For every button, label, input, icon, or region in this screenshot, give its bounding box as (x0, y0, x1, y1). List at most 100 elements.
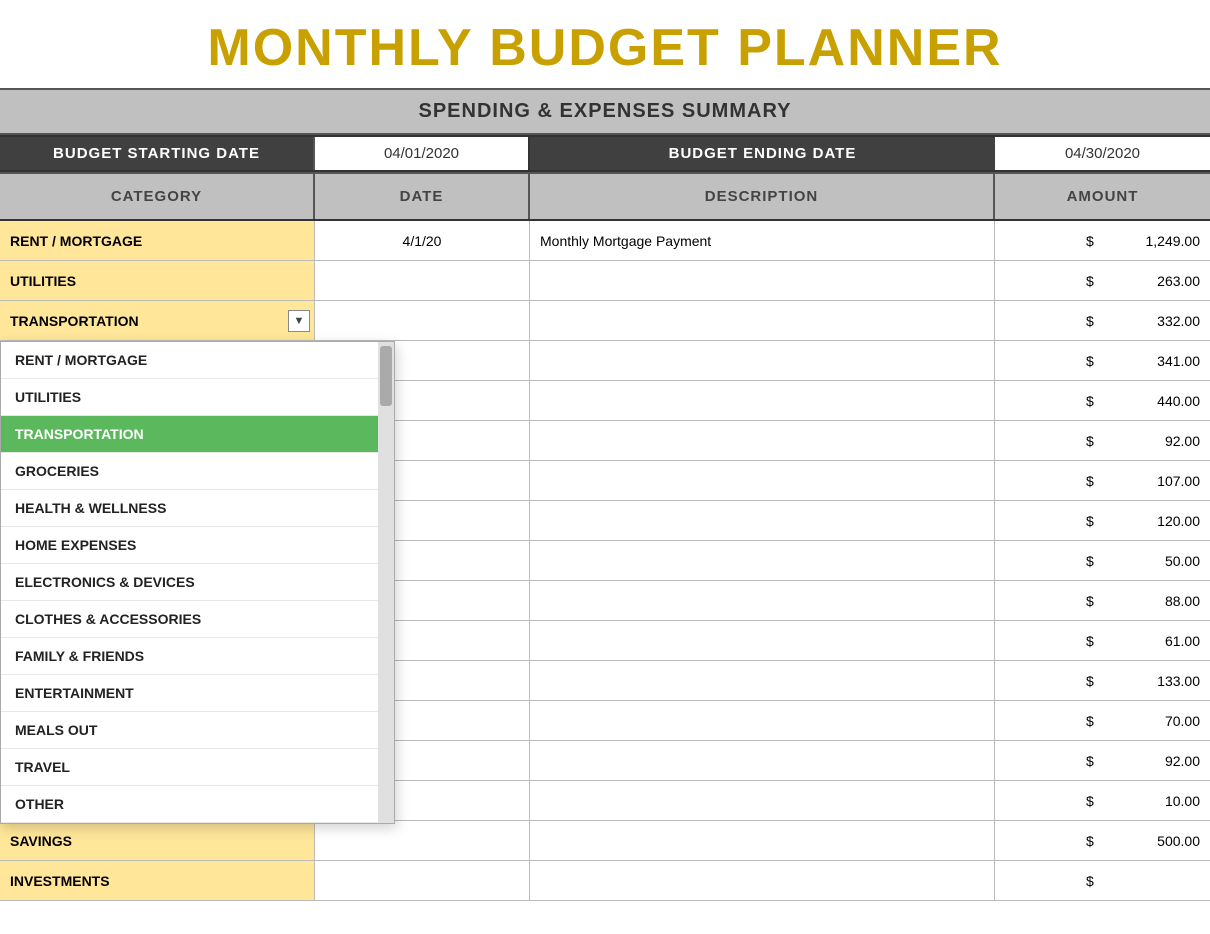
dollar-sign: $ (1086, 553, 1106, 569)
cell-category: RENT / MORTGAGE (0, 221, 315, 260)
category-dropdown[interactable]: RENT / MORTGAGEUTILITIESTRANSPORTATIONGR… (0, 341, 395, 824)
cell-description (530, 621, 995, 660)
amount-value: 88.00 (1110, 593, 1200, 609)
table-row: INVESTMENTS $ (0, 861, 1210, 901)
cell-date (315, 261, 530, 300)
cell-amount: $ 120.00 (995, 501, 1210, 540)
cell-description (530, 261, 995, 300)
dollar-sign: $ (1086, 633, 1106, 649)
scrollbar-thumb[interactable] (380, 346, 392, 406)
dropdown-item[interactable]: UTILITIES (1, 379, 378, 416)
cell-description (530, 581, 995, 620)
cell-amount: $ 500.00 (995, 821, 1210, 860)
cell-date (315, 861, 530, 900)
cell-amount: $ (995, 861, 1210, 900)
cell-amount: $ 440.00 (995, 381, 1210, 420)
amount-value: 332.00 (1110, 313, 1200, 329)
amount-value: 61.00 (1110, 633, 1200, 649)
page-title: MONTHLY BUDGET PLANNER (0, 0, 1210, 88)
cell-description (530, 341, 995, 380)
col-headers: CATEGORY DATE DESCRIPTION AMOUNT (0, 172, 1210, 221)
cell-amount: $ 50.00 (995, 541, 1210, 580)
dropdown-item[interactable]: MEALS OUT (1, 712, 378, 749)
dropdown-item[interactable]: RENT / MORTGAGE (1, 342, 378, 379)
category-label: SAVINGS (10, 833, 72, 849)
category-dropdown-btn[interactable]: ▼ (288, 310, 310, 332)
cell-amount: $ 133.00 (995, 661, 1210, 700)
amount-value: 92.00 (1110, 753, 1200, 769)
cell-description (530, 381, 995, 420)
cell-amount: $ 70.00 (995, 701, 1210, 740)
dropdown-item[interactable]: OTHER (1, 786, 378, 823)
dollar-sign: $ (1086, 513, 1106, 529)
cell-description (530, 861, 995, 900)
cell-amount: $ 61.00 (995, 621, 1210, 660)
amount-value: 1,249.00 (1110, 233, 1200, 249)
cell-category: INVESTMENTS (0, 861, 315, 900)
cell-description (530, 421, 995, 460)
date-header-row: BUDGET STARTING DATE 04/01/2020 BUDGET E… (0, 135, 1210, 172)
cell-description (530, 821, 995, 860)
dropdown-item[interactable]: CLOTHES & ACCESSORIES (1, 601, 378, 638)
amount-value: 133.00 (1110, 673, 1200, 689)
amount-value: 341.00 (1110, 353, 1200, 369)
dollar-sign: $ (1086, 313, 1106, 329)
amount-value: 263.00 (1110, 273, 1200, 289)
cell-amount: $ 1,249.00 (995, 221, 1210, 260)
budget-start-value: 04/01/2020 (315, 137, 530, 170)
cell-description (530, 301, 995, 340)
dollar-sign: $ (1086, 233, 1106, 249)
cell-amount: $ 107.00 (995, 461, 1210, 500)
cell-amount: $ 341.00 (995, 341, 1210, 380)
cell-description (530, 501, 995, 540)
dropdown-item[interactable]: FAMILY & FRIENDS (1, 638, 378, 675)
cell-amount: $ 263.00 (995, 261, 1210, 300)
dollar-sign: $ (1086, 753, 1106, 769)
amount-value: 50.00 (1110, 553, 1200, 569)
cell-category: SAVINGS (0, 821, 315, 860)
cell-description (530, 661, 995, 700)
cell-amount: $ 88.00 (995, 581, 1210, 620)
cell-amount: $ 10.00 (995, 781, 1210, 820)
cell-category[interactable]: TRANSPORTATION ▼ (0, 301, 315, 340)
cell-amount: $ 92.00 (995, 741, 1210, 780)
dollar-sign: $ (1086, 873, 1106, 889)
dollar-sign: $ (1086, 393, 1106, 409)
cell-category: UTILITIES (0, 261, 315, 300)
amount-value: 10.00 (1110, 793, 1200, 809)
cell-date (315, 301, 530, 340)
dropdown-scrollbar[interactable] (378, 342, 394, 823)
cell-description (530, 741, 995, 780)
dollar-sign: $ (1086, 473, 1106, 489)
cell-description (530, 701, 995, 740)
category-label: TRANSPORTATION (10, 313, 139, 329)
cell-description (530, 781, 995, 820)
dropdown-item[interactable]: ELECTRONICS & DEVICES (1, 564, 378, 601)
amount-value: 440.00 (1110, 393, 1200, 409)
col-header-amount: AMOUNT (995, 174, 1210, 219)
cell-amount: $ 92.00 (995, 421, 1210, 460)
amount-value: 107.00 (1110, 473, 1200, 489)
amount-value: 120.00 (1110, 513, 1200, 529)
col-header-description: DESCRIPTION (530, 174, 995, 219)
cell-amount: $ 332.00 (995, 301, 1210, 340)
dropdown-item[interactable]: ENTERTAINMENT (1, 675, 378, 712)
cell-description (530, 461, 995, 500)
dollar-sign: $ (1086, 593, 1106, 609)
dropdown-item[interactable]: HEALTH & WELLNESS (1, 490, 378, 527)
category-label: UTILITIES (10, 273, 76, 289)
budget-end-value: 04/30/2020 (995, 137, 1210, 170)
cell-description (530, 541, 995, 580)
dropdown-item[interactable]: TRANSPORTATION (1, 416, 378, 453)
subtitle-bar: SPENDING & EXPENSES SUMMARY (0, 88, 1210, 135)
cell-description: Monthly Mortgage Payment (530, 221, 995, 260)
dollar-sign: $ (1086, 833, 1106, 849)
dropdown-item[interactable]: HOME EXPENSES (1, 527, 378, 564)
category-label: RENT / MORTGAGE (10, 233, 142, 249)
cell-date: 4/1/20 (315, 221, 530, 260)
dropdown-item[interactable]: GROCERIES (1, 453, 378, 490)
table-row: SAVINGS $ 500.00 (0, 821, 1210, 861)
dropdown-item[interactable]: TRAVEL (1, 749, 378, 786)
budget-start-label: BUDGET STARTING DATE (0, 137, 315, 170)
table-row: TRANSPORTATION ▼ $ 332.00 (0, 301, 1210, 341)
